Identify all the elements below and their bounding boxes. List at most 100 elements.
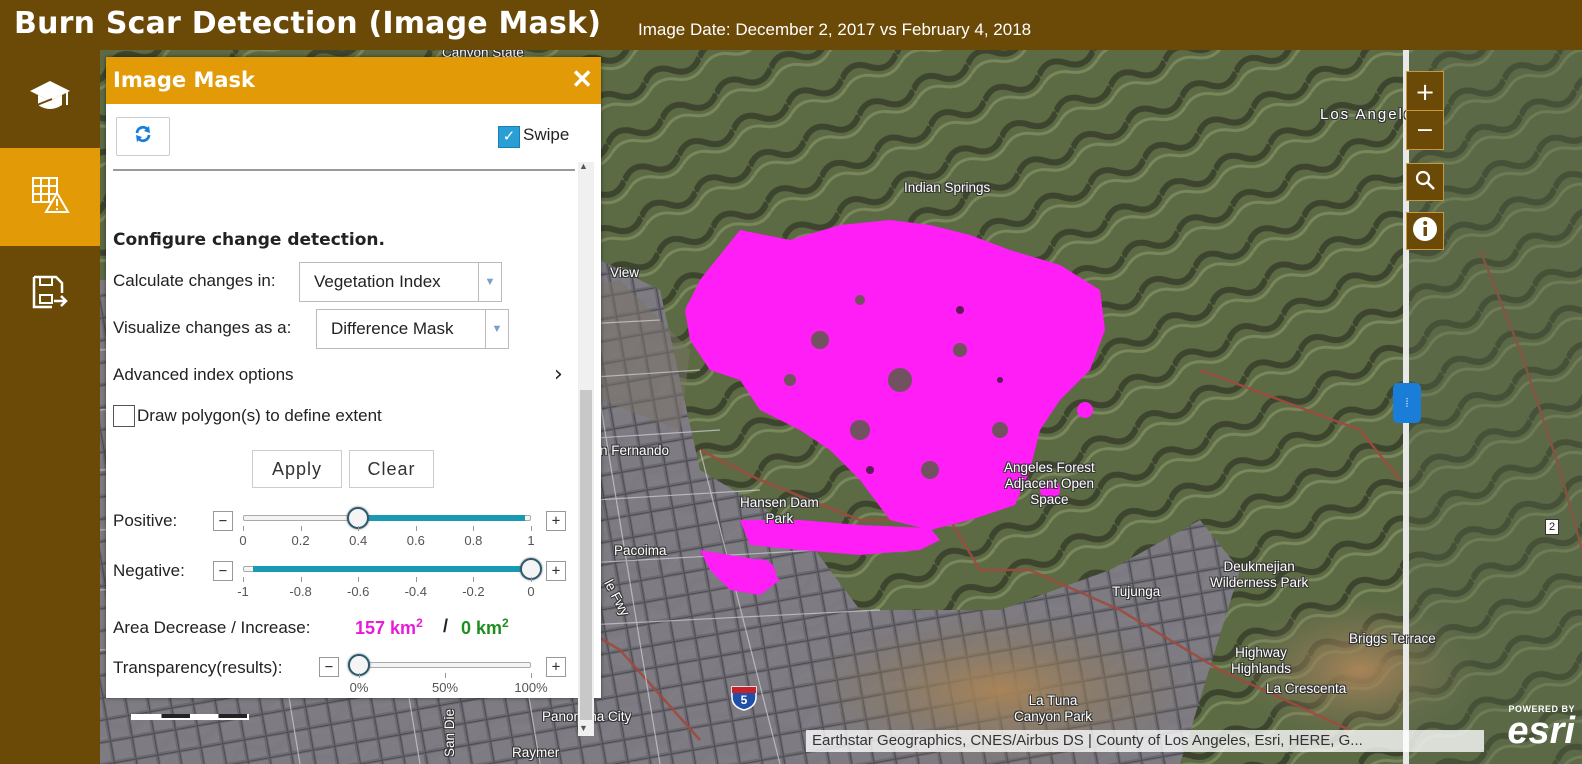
scroll-up-arrow-icon[interactable]: ▲	[579, 161, 588, 171]
refresh-icon	[133, 124, 153, 149]
pos-slider-fill	[358, 515, 525, 521]
sidebar	[0, 50, 100, 764]
divider	[113, 169, 575, 171]
slider-tick	[445, 673, 446, 678]
slider-tick-label: 100%	[514, 680, 548, 695]
slider-tick-label: 0%	[349, 680, 369, 695]
interstate-number: 5	[740, 693, 748, 707]
slider-tick-label: 0	[239, 533, 247, 548]
calc-select[interactable]: Vegetation Index ▼	[299, 262, 502, 302]
zoom-out-button[interactable]: −	[1406, 110, 1444, 150]
slider-tick	[531, 526, 532, 531]
grid-warning-icon	[30, 175, 70, 219]
draw-polygon-checkbox[interactable]	[113, 405, 135, 427]
clear-button[interactable]: Clear	[349, 450, 434, 488]
map-label-indian-springs: Indian Springs	[904, 180, 991, 195]
search-button[interactable]	[1406, 163, 1444, 201]
esri-logo[interactable]: POWERED BY esri	[1485, 704, 1575, 750]
sidebar-item-about[interactable]	[0, 50, 100, 148]
interstate-shield-icon: 5	[730, 685, 758, 711]
image-date: Image Date: December 2, 2017 vs February…	[638, 20, 1032, 39]
trans-slider-track[interactable]	[359, 662, 531, 668]
slider-tick	[531, 673, 532, 678]
slider-tick-label: 0.4	[349, 533, 368, 548]
area-decrease-text: 157 km	[355, 618, 417, 638]
viz-label: Visualize changes as a:	[113, 318, 292, 337]
panel-body: ✓ Swipe Configure change detection. Calc…	[106, 104, 601, 736]
map-label-angeles-forest: Angeles Forest Adjacent Open Space	[1004, 460, 1095, 507]
viz-select-value: Difference Mask	[331, 319, 454, 338]
slider-tick	[300, 577, 302, 582]
map-label-briggs-terrace: Briggs Terrace	[1349, 631, 1436, 646]
swipe-checkbox[interactable]: ✓	[498, 126, 520, 148]
map-label-deukmejian: Deukmejian Wilderness Park	[1210, 559, 1309, 590]
area-decrease-value: 157 km2	[355, 616, 423, 639]
zoom-in-button[interactable]: +	[1406, 71, 1444, 111]
slider-tick	[415, 577, 417, 582]
image-mask-panel: Image Mask ✕ ✓ Swipe Configure change de…	[106, 57, 601, 736]
draw-polygon-label: Draw polygon(s) to define extent	[137, 406, 382, 425]
negative-decrease-button[interactable]: −	[213, 561, 233, 581]
slider-tick	[243, 577, 244, 582]
area-label: Area Decrease / Increase:	[113, 618, 311, 637]
slider-tick-label: -0.8	[289, 584, 312, 599]
slider-tick-label: 0.8	[464, 533, 483, 548]
config-heading: Configure change detection.	[113, 230, 385, 250]
info-button[interactable]	[1406, 212, 1444, 250]
map-attribution[interactable]: Earthstar Geographics, CNES/Airbus DS | …	[806, 730, 1484, 752]
chevron-right-icon[interactable]: ›	[554, 362, 563, 387]
map-label-san-fernando: n Fernando	[600, 443, 670, 458]
calc-select-value: Vegetation Index	[314, 272, 441, 291]
sidebar-item-export[interactable]	[0, 246, 100, 344]
slider-tick-label: -0.2	[462, 584, 485, 599]
area-increase-value: 0 km2	[461, 616, 509, 639]
slider-tick-label: -0.6	[346, 584, 370, 599]
refresh-button[interactable]	[116, 117, 170, 156]
app-title: Burn Scar Detection (Image Mask)	[14, 6, 602, 41]
map-label-tujunga: Tujunga	[1112, 584, 1161, 599]
slider-tick	[415, 526, 417, 531]
zoom-out-label: −	[1415, 117, 1435, 143]
apply-button[interactable]: Apply	[252, 450, 342, 488]
map-label-view: View	[610, 265, 640, 280]
scale-bar	[131, 714, 249, 720]
slider-tick-label: -1	[237, 584, 249, 599]
chevron-down-icon: ▼	[478, 263, 501, 301]
positive-label: Positive:	[113, 511, 178, 530]
slider-tick	[358, 526, 360, 531]
map-label-la-crescenta: La Crescenta	[1266, 681, 1347, 696]
slider-tick	[473, 577, 475, 582]
positive-decrease-button[interactable]: −	[213, 511, 233, 531]
slider-tick-label: 0.2	[291, 533, 310, 548]
unit-superscript: 2	[502, 616, 509, 630]
panel-scrollbar-thumb[interactable]	[580, 390, 592, 720]
negative-increase-button[interactable]: +	[546, 561, 566, 581]
negative-label: Negative:	[113, 561, 185, 580]
swipe-label: Swipe	[523, 125, 570, 144]
advanced-options-link[interactable]: Advanced index options	[113, 365, 294, 385]
slider-tick-label: -0.4	[404, 584, 427, 599]
save-export-icon	[30, 273, 70, 317]
transparency-increase-button[interactable]: +	[546, 657, 566, 677]
slider-tick	[359, 673, 360, 678]
map-label-hansen-dam: Hansen Dam Park	[740, 495, 819, 526]
sidebar-item-image-mask[interactable]	[0, 148, 100, 246]
transparency-decrease-button[interactable]: −	[319, 657, 339, 677]
swipe-handle[interactable]: ⦙	[1393, 383, 1421, 423]
scroll-down-arrow-icon[interactable]: ▼	[579, 723, 588, 733]
area-separator: /	[443, 616, 449, 636]
neg-slider-fill	[253, 566, 531, 572]
map-marker: 2	[1545, 519, 1559, 535]
viz-select[interactable]: Difference Mask ▼	[316, 309, 509, 349]
map-label-san-diego-fwy: San Die	[442, 708, 458, 758]
search-icon	[1414, 169, 1436, 195]
positive-increase-button[interactable]: +	[546, 511, 566, 531]
area-increase-text: 0 km	[461, 618, 503, 638]
calc-label: Calculate changes in:	[113, 271, 276, 290]
transparency-label: Transparency(results):	[113, 658, 283, 677]
slider-tick	[358, 577, 360, 582]
slider-tick-label: 0	[527, 584, 535, 599]
unit-superscript: 2	[416, 616, 423, 630]
slider-tick	[531, 577, 532, 582]
close-button[interactable]: ✕	[571, 64, 593, 94]
